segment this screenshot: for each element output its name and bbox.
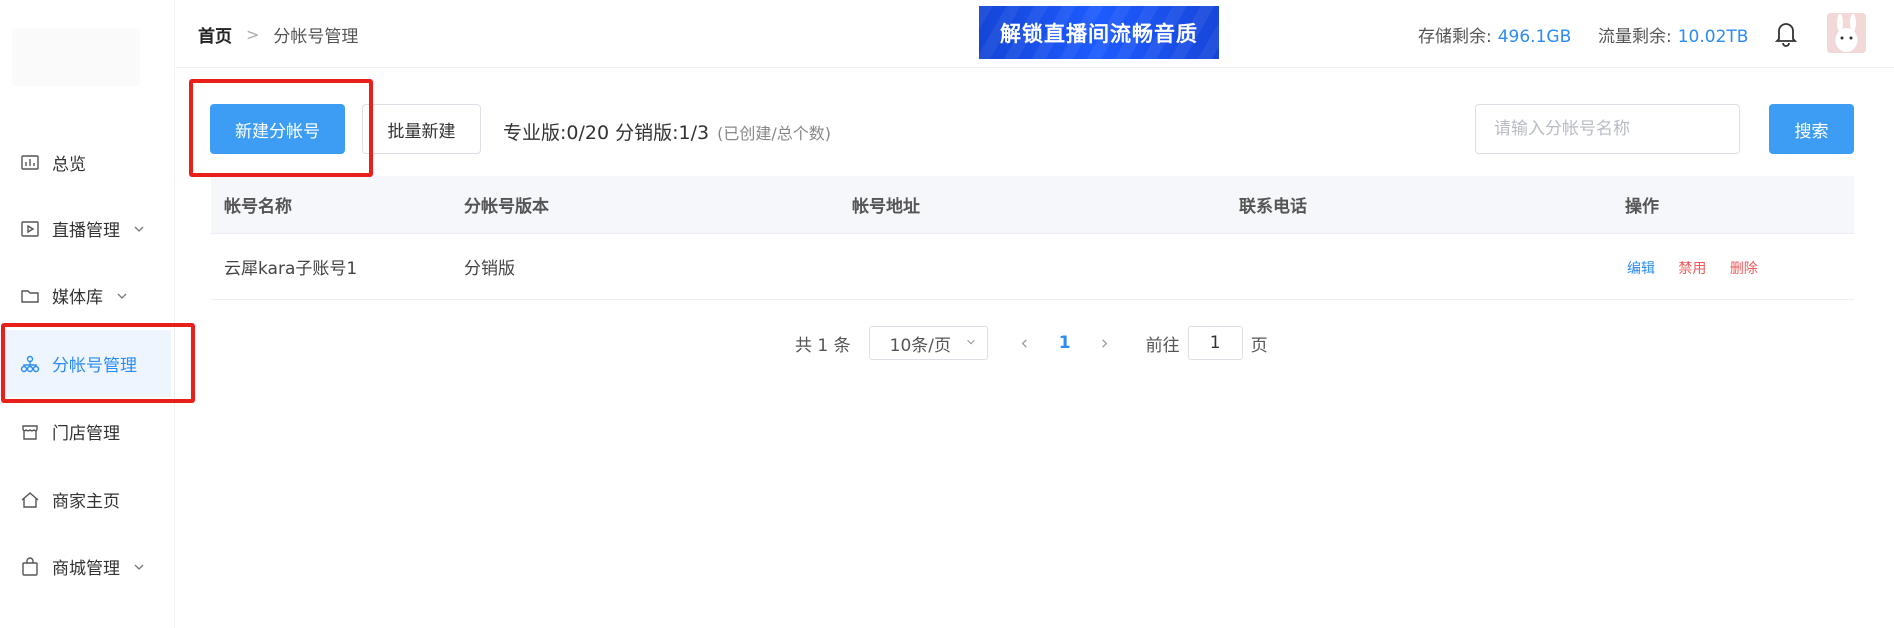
page-size-select[interactable]: 10条/页 (868, 326, 988, 360)
chevron-down-icon (115, 289, 129, 303)
sidebar-item-media[interactable]: 媒体库 (0, 262, 175, 329)
sidebar-item-label: 总览 (52, 155, 86, 175)
breadcrumb-current: 分帐号管理 (273, 27, 359, 47)
row-actions: 编辑 禁用 删除 (1627, 258, 1776, 278)
header-address: 帐号地址 (852, 197, 920, 217)
folder-icon (20, 286, 40, 306)
table-header: 帐号名称 分帐号版本 帐号地址 联系电话 操作 (211, 176, 1854, 234)
stats-note: (已创建/总个数) (717, 124, 831, 143)
sidebar-item-stores[interactable]: 门店管理 (0, 398, 175, 465)
sidebar-item-label: 媒体库 (52, 288, 103, 308)
avatar[interactable] (1827, 13, 1866, 53)
sidebar-item-overview[interactable]: 总览 (0, 129, 175, 196)
sidebar-item-label: 分帐号管理 (52, 356, 137, 376)
create-sub-account-button[interactable]: 新建分帐号 (210, 104, 345, 154)
prev-page-icon[interactable] (1010, 337, 1040, 350)
goto-label: 前往 (1145, 335, 1180, 356)
chart-icon (20, 153, 40, 173)
page-suffix: 页 (1250, 335, 1268, 356)
breadcrumb-separator: > (246, 25, 260, 44)
bag-icon (20, 556, 40, 577)
sidebar-item-mall[interactable]: 商城管理 (0, 533, 175, 600)
search-input[interactable] (1475, 104, 1740, 154)
search-button[interactable]: 搜索 (1769, 104, 1854, 154)
logo (12, 28, 140, 86)
next-page-icon[interactable] (1090, 337, 1120, 350)
traffic-label: 流量剩余: (1598, 27, 1672, 47)
chevron-down-icon (132, 222, 146, 236)
pagination: 共 1 条 10条/页 1 前往 页 (795, 326, 1268, 360)
pagination-total: 共 1 条 (795, 335, 851, 356)
stats-text: 专业版:0/20 分销版:1/3 (503, 122, 710, 144)
chevron-down-icon (965, 333, 977, 353)
storage-value: 496.1GB (1497, 27, 1572, 47)
storage-label: 存储剩余: (1418, 27, 1492, 47)
sidebar-item-label: 商家主页 (52, 492, 120, 512)
goto-page-input[interactable] (1187, 326, 1243, 360)
disable-link[interactable]: 禁用 (1678, 261, 1706, 277)
header-phone: 联系电话 (1239, 197, 1307, 217)
sidebar-item-live[interactable]: 直播管理 (0, 195, 175, 262)
bell-icon[interactable] (1772, 18, 1800, 48)
sidebar-item-sub-accounts[interactable]: 分帐号管理 (0, 330, 171, 397)
promo-banner[interactable]: 解锁直播间流畅音质 (979, 6, 1219, 59)
storage-remaining: 存储剩余: 496.1GB (1418, 22, 1571, 47)
cell-account-name: 云犀kara子账号1 (224, 259, 358, 279)
delete-link[interactable]: 删除 (1730, 261, 1758, 277)
traffic-value: 10.02TB (1677, 27, 1749, 47)
page-number-current[interactable]: 1 (1040, 333, 1090, 353)
play-icon (20, 219, 40, 239)
edit-link[interactable]: 编辑 (1627, 261, 1655, 277)
store-icon (20, 422, 40, 442)
batch-create-button[interactable]: 批量新建 (362, 104, 481, 154)
traffic-remaining: 流量剩余: 10.02TB (1598, 22, 1748, 47)
banner-text: 解锁直播间流畅音质 (1000, 21, 1198, 46)
sidebar-item-label: 商城管理 (52, 559, 120, 579)
home-icon (20, 490, 40, 510)
org-chart-icon (20, 354, 40, 374)
chevron-down-icon (132, 560, 146, 574)
account-quota-stats: 专业版:0/20 分销版:1/3 (已创建/总个数) (503, 118, 831, 145)
sidebar-item-label: 门店管理 (52, 424, 120, 444)
sub-account-table: 帐号名称 分帐号版本 帐号地址 联系电话 操作 云犀kara子账号1 分销版 编… (211, 176, 1854, 300)
sidebar-item-label: 直播管理 (52, 221, 120, 241)
page-size-value: 10条/页 (889, 335, 951, 356)
header-version: 分帐号版本 (464, 197, 549, 217)
breadcrumb: 首页 > 分帐号管理 (198, 22, 358, 47)
sidebar-item-merchant-home[interactable]: 商家主页 (0, 466, 175, 533)
sidebar: 总览 直播管理 媒体库 分帐号管理 门店管理 商家主页 商城管理 (0, 0, 175, 628)
cell-version: 分销版 (464, 259, 515, 279)
header-actions: 操作 (1625, 197, 1659, 217)
table-row: 云犀kara子账号1 分销版 编辑 禁用 删除 (211, 234, 1854, 300)
breadcrumb-home[interactable]: 首页 (198, 22, 232, 47)
header-account-name: 帐号名称 (224, 197, 292, 217)
